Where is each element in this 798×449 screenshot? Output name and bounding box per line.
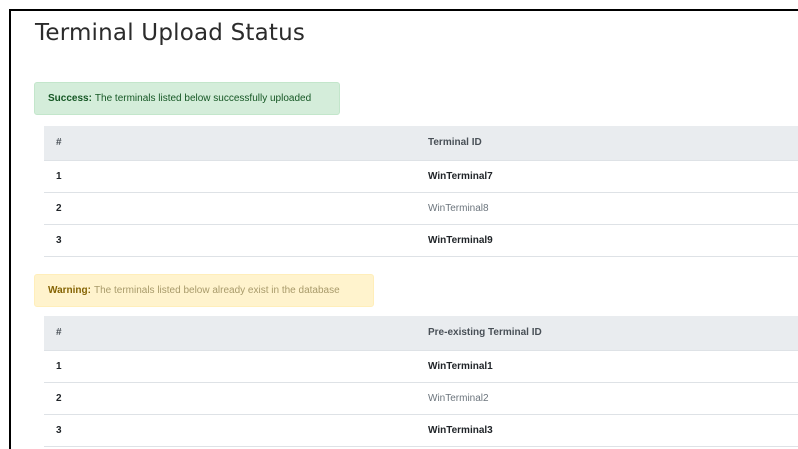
row-number: 1: [44, 350, 419, 383]
terminal-id-cell: WinTerminal7: [419, 160, 798, 193]
table-row: 3 WinTerminal9: [44, 224, 798, 257]
table-row: 1 WinTerminal1: [44, 350, 798, 383]
success-alert-message: The terminals listed below successfully …: [94, 93, 312, 104]
existing-terminals-table: # Pre-existing Terminal ID 1 WinTerminal…: [44, 316, 798, 447]
row-number: 2: [44, 192, 419, 225]
column-header-number: #: [44, 316, 419, 351]
terminal-id-cell: WinTerminal9: [419, 224, 798, 257]
content-frame: Terminal Upload Status Success: The term…: [9, 9, 798, 449]
terminal-id-cell: WinTerminal2: [419, 382, 798, 415]
warning-alert: Warning: The terminals listed below alre…: [34, 274, 374, 307]
terminal-id-cell: WinTerminal3: [419, 414, 798, 447]
terminal-id-cell: WinTerminal1: [419, 350, 798, 383]
page-title: Terminal Upload Status: [35, 20, 306, 46]
table-header-row: # Pre-existing Terminal ID: [44, 316, 798, 351]
column-header-terminal-id: Terminal ID: [419, 126, 798, 161]
success-alert: Success: The terminals listed below succ…: [34, 82, 340, 115]
row-number: 2: [44, 382, 419, 415]
table-row: 2 WinTerminal2: [44, 382, 798, 415]
table-row: 2 WinTerminal8: [44, 192, 798, 225]
warning-alert-message: The terminals listed below already exist…: [93, 285, 340, 296]
row-number: 3: [44, 414, 419, 447]
uploaded-terminals-table: # Terminal ID 1 WinTerminal7 2 WinTermin…: [44, 126, 798, 257]
column-header-number: #: [44, 126, 419, 161]
row-number: 3: [44, 224, 419, 257]
row-number: 1: [44, 160, 419, 193]
table-header-row: # Terminal ID: [44, 126, 798, 161]
success-alert-label: Success:: [48, 93, 92, 104]
table-row: 3 WinTerminal3: [44, 414, 798, 447]
table-row: 1 WinTerminal7: [44, 160, 798, 193]
column-header-preexisting-terminal-id: Pre-existing Terminal ID: [419, 316, 798, 351]
terminal-id-cell: WinTerminal8: [419, 192, 798, 225]
warning-alert-label: Warning:: [48, 285, 91, 296]
